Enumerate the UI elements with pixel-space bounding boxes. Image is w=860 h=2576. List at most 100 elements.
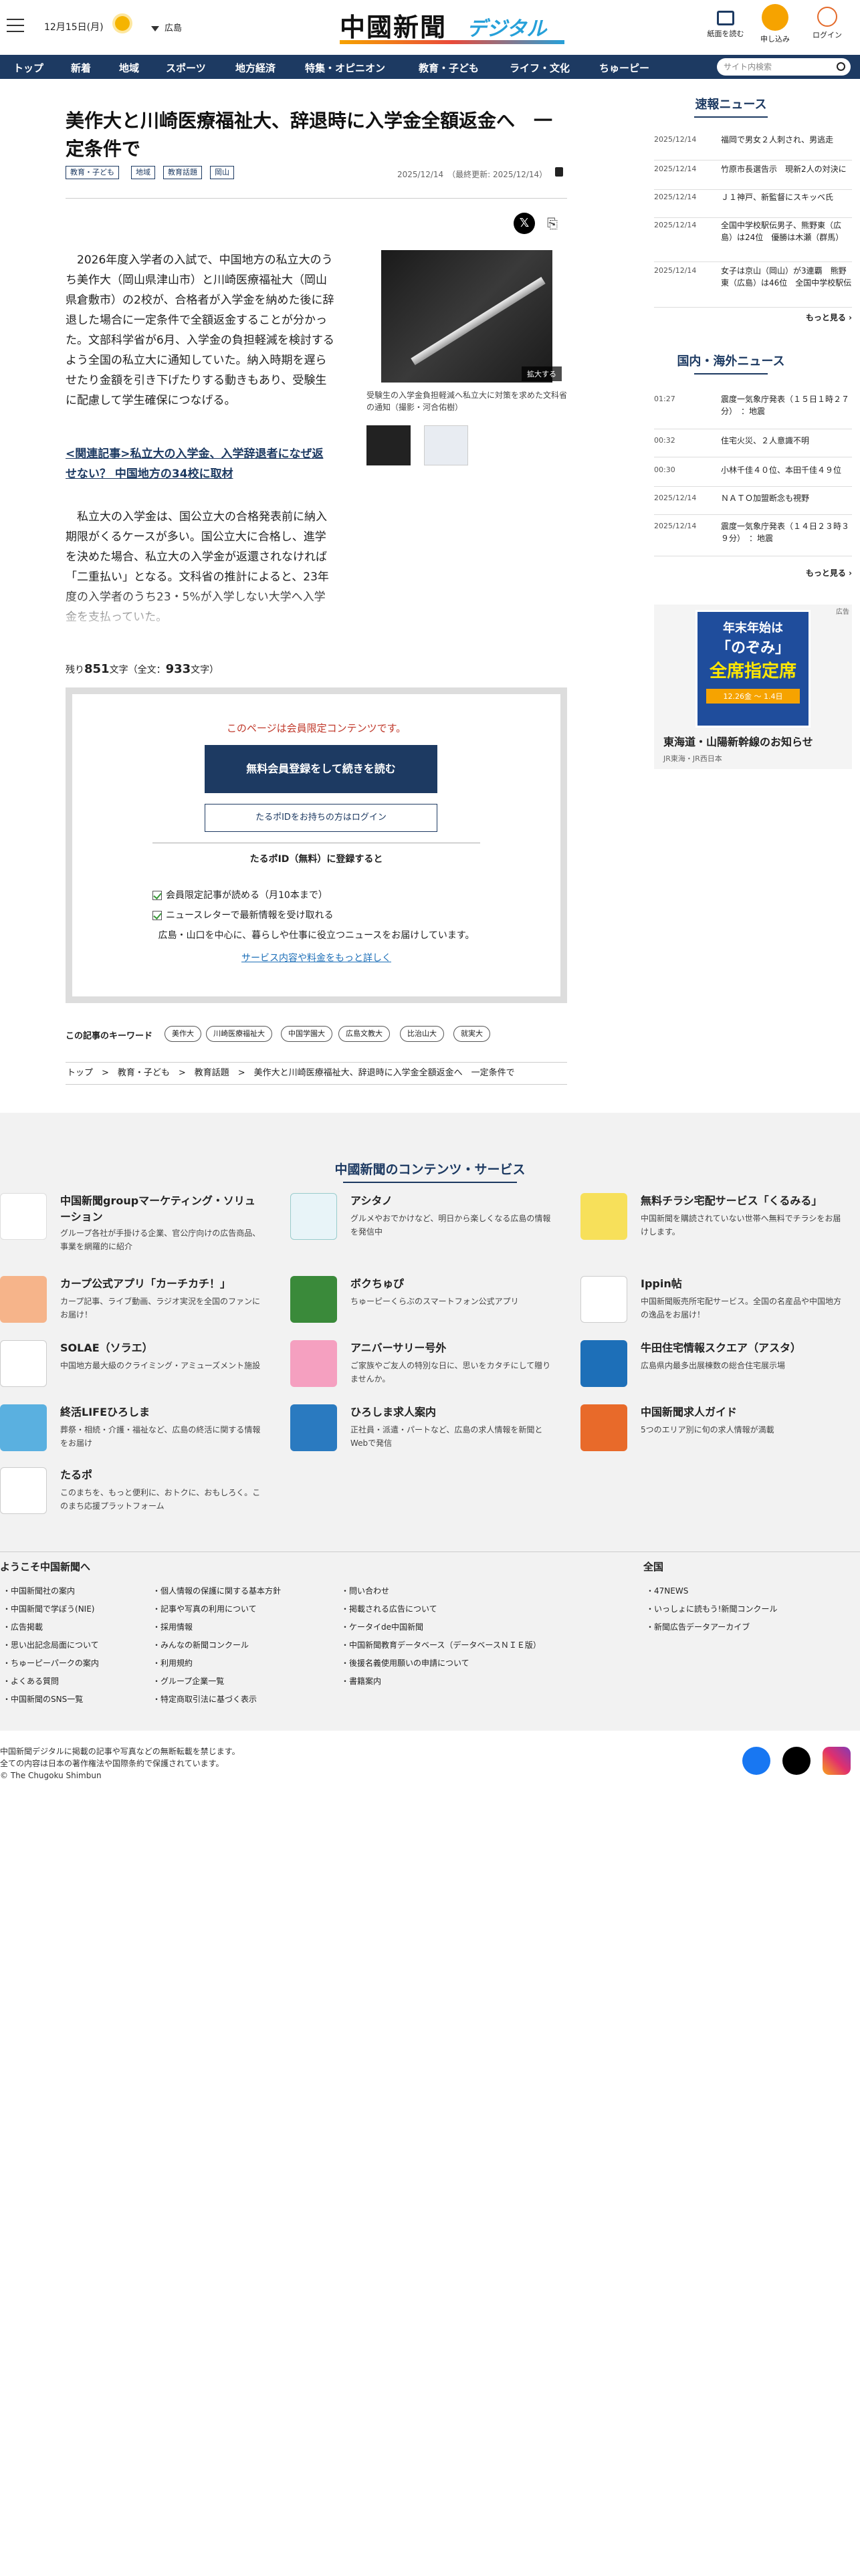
footer-link[interactable]: 後援名義使用願いの申請について — [341, 1657, 469, 1669]
nav-opinion[interactable]: 特集・オピニオン — [305, 61, 385, 75]
service-item[interactable]: カープ公式アプリ「カーチカチ！」 カープ記事、ライブ動画、ラジオ実況を全国のファン… — [0, 1276, 267, 1329]
register-button[interactable]: 無料会員登録をして続きを読む — [205, 745, 437, 793]
list-item[interactable]: 2025/12/14 Ｊ１神戸、新監督にスキッベ氏 — [654, 191, 852, 218]
service-item[interactable]: 中国新聞groupマーケティング・ソリューション グループ各社が手掛ける企業、官公… — [0, 1193, 267, 1251]
tag-okayama[interactable]: 岡山 — [210, 166, 234, 179]
keyword-tag[interactable]: 川崎医療福祉大 — [206, 1026, 272, 1042]
photo-thumb-2[interactable] — [424, 425, 468, 465]
ad-banner[interactable]: 広告 年末年始は 「のぞみ」 全席指定席 12.26金 ～ 1.4日 東海道・山… — [654, 605, 852, 769]
list-item[interactable]: 2025/12/14 竹原市長選告示 現新2人の対決に — [654, 163, 852, 190]
footer-link[interactable]: 中国新聞のSNS一覧 — [3, 1693, 83, 1705]
zoom-button[interactable]: 拡大する — [522, 366, 562, 381]
footer-link[interactable]: よくある質問 — [3, 1675, 59, 1687]
footer-section-national: 全国 — [643, 1561, 664, 1573]
service-logo-icon — [0, 1276, 47, 1323]
photo-caption: 受験生の入学金負担軽減へ私立大に対策を求めた文科省の通知（撮影・河合佑樹） — [366, 391, 568, 412]
x-share-icon[interactable]: 𝕏 — [514, 213, 535, 234]
service-item[interactable]: アシタノ グルメやおでかけなど、明日から楽しくなる広島の情報を発信中 — [290, 1193, 558, 1247]
nav-economy[interactable]: 地方経済 — [235, 61, 276, 75]
list-item[interactable]: 2025/12/14 ＮＡＴＯ加盟断念も視野 — [654, 492, 852, 515]
list-item[interactable]: 2025/12/14 女子は京山（岡山）が3連覇 熊野東（広島）は46位 全国中学… — [654, 265, 852, 308]
link-copy-icon[interactable]: ⎘ — [547, 215, 558, 231]
list-item[interactable]: 00:32 住宅火災、２人意識不明 — [654, 435, 852, 457]
list-item[interactable]: 00:30 小林千佳４０位、本田千佳４９位 — [654, 464, 852, 487]
footer-link[interactable]: 中国新聞社の案内 — [3, 1585, 75, 1596]
service-item[interactable]: たるポ このまちを、もっと便利に、おトクに、おもしろく。このまち応援プラットフォー… — [0, 1467, 267, 1521]
region-selector[interactable]: 広島 — [151, 21, 182, 33]
footer-link[interactable]: 記事や写真の利用について — [152, 1603, 257, 1614]
read-paper-button[interactable]: 紙面を読む — [702, 7, 749, 39]
service-item[interactable]: アニバーサリー号外 ご家族やご友人の特別な日に、思いをカタチにして贈りませんか。 — [290, 1340, 558, 1394]
breadcrumb[interactable]: トップ > 教育・子ども > 教育話題 > 美作大と川崎医療福祉大、辞退時に入学… — [66, 1062, 567, 1085]
tag-education[interactable]: 教育・子ども — [66, 166, 119, 179]
keyword-tag[interactable]: 中国学園大 — [281, 1026, 332, 1042]
list-item[interactable]: 2025/12/14 福岡で男女２人刺され、男逃走 — [654, 134, 852, 160]
nav-education[interactable]: 教育・子ども — [419, 61, 479, 75]
login-button[interactable]: ログイン — [804, 7, 851, 40]
list-item[interactable]: 2025/12/14 全国中学校駅伝男子、熊野東（広島）は24位 優勝は木瀬（群馬… — [654, 219, 852, 262]
footer-link[interactable]: 中国新聞で学ぼう(NIE) — [3, 1603, 94, 1614]
photo-thumb-1[interactable] — [366, 425, 411, 465]
service-item[interactable]: 無料チラシ宅配サービス「くるみる」 中国新聞を購読されていない世帯へ無料でチラシを… — [580, 1193, 848, 1247]
footer-link[interactable]: 問い合わせ — [341, 1585, 389, 1596]
service-item[interactable]: 終活LIFEひろしま 葬祭・相続・介護・福祉など、広島の終活に関する情報をお届け — [0, 1404, 267, 1458]
tag-region[interactable]: 地域 — [131, 166, 155, 179]
nav-region[interactable]: 地域 — [119, 61, 139, 75]
weather-sun-icon — [115, 16, 130, 31]
footer-link[interactable]: 書籍案内 — [341, 1675, 381, 1687]
footer-link[interactable]: 新聞広告データアーカイブ — [646, 1621, 750, 1632]
footer-link[interactable]: 47NEWS — [646, 1585, 688, 1596]
list-item[interactable]: 2025/12/14 震度一気象庁発表（１４日２３時３９分） ：地震 — [654, 520, 852, 556]
service-item[interactable]: SOLAE（ソラエ） 中国地方最大級のクライミング・アミューズメント施設 — [0, 1340, 267, 1394]
keyword-tag[interactable]: 就実大 — [453, 1026, 490, 1042]
taropo-login-button[interactable]: たるポIDをお持ちの方はログイン — [205, 804, 437, 832]
service-details-link[interactable]: サービス内容や料金をもっと詳しく — [72, 951, 560, 964]
instagram-icon[interactable] — [823, 1747, 851, 1775]
search-icon[interactable] — [837, 62, 845, 71]
service-item[interactable]: ボクちゅぴ ちゅーピーくらぶのスマートフォン公式アプリ — [290, 1276, 558, 1329]
menu-icon[interactable] — [7, 19, 24, 32]
nav-life[interactable]: ライフ・文化 — [510, 61, 570, 75]
footer-link[interactable]: みんなの新聞コンクール — [152, 1639, 249, 1650]
main-nav: トップ 新着 地域 スポーツ 地方経済 特集・オピニオン 教育・子ども ライフ・… — [0, 55, 860, 79]
service-logo-icon — [580, 1276, 627, 1323]
nav-chupy[interactable]: ちゅーピー — [599, 61, 649, 75]
footer-link[interactable]: 中国新聞教育データベース（データベースＮＩＥ版） — [341, 1639, 541, 1650]
subscribe-button[interactable]: 申し込み — [752, 4, 798, 44]
search-input[interactable]: サイト内検索 — [717, 58, 851, 76]
service-logo-icon — [580, 1404, 627, 1451]
keyword-tag[interactable]: 広島文教大 — [338, 1026, 390, 1042]
footer-link[interactable]: 利用規約 — [152, 1657, 193, 1669]
service-item[interactable]: Ippin帖 中国新聞販売所宅配サービス。全国の名産品や中国地方の逸品をお届け！ — [580, 1276, 848, 1329]
service-item[interactable]: 牛田住宅情報スクエア（アスタ） 広島県内最多出展棟数の総合住宅展示場 — [580, 1340, 848, 1394]
site-logo[interactable]: 中國新聞 デジタル — [340, 5, 564, 45]
tag-topic[interactable]: 教育話題 — [163, 166, 202, 179]
world-more-link[interactable]: もっと見る › — [806, 567, 852, 578]
footer-link[interactable]: 特定商取引法に基づく表示 — [152, 1693, 257, 1705]
footer-link[interactable]: グループ企業一覧 — [152, 1675, 224, 1687]
article-photo[interactable] — [381, 250, 552, 383]
footer-link[interactable]: 個人情報の保護に関する基本方針 — [152, 1585, 281, 1596]
nav-new[interactable]: 新着 — [71, 61, 91, 75]
footer-link[interactable]: いっしょに読もう!新聞コンクール — [646, 1603, 777, 1614]
footer-link[interactable]: 広告掲載 — [3, 1621, 43, 1632]
nav-sports[interactable]: スポーツ — [166, 61, 206, 75]
footer-link[interactable]: 採用情報 — [152, 1621, 193, 1632]
service-item[interactable]: ひろしま求人案内 正社員・派遣・パートなど、広島の求人情報を新聞とWebで発信 — [290, 1404, 558, 1458]
list-item[interactable]: 01:27 震度一気象庁発表（１５日１時２７分） ：地震 — [654, 393, 852, 429]
footer-link[interactable]: ちゅーピーパークの案内 — [3, 1657, 99, 1669]
service-item[interactable]: 中国新聞求人ガイド 5つのエリア別に旬の求人情報が満載 — [580, 1404, 848, 1458]
related-article-link[interactable]: <関連記事>私立大の入学金、入学辞退者になぜ返せない？ 中国地方の34校に取材 — [66, 444, 334, 484]
footer-link[interactable]: ケータイde中国新聞 — [341, 1621, 423, 1632]
x-icon[interactable] — [782, 1747, 811, 1775]
nav-top[interactable]: トップ — [13, 61, 43, 75]
remaining-count: 残り851文字（全文：933文字） — [66, 662, 219, 676]
facebook-icon[interactable] — [742, 1747, 770, 1775]
keyword-tag[interactable]: 比治山大 — [400, 1026, 444, 1042]
breaking-more-link[interactable]: もっと見る › — [806, 312, 852, 323]
breaking-news-title: 速報ニュース — [614, 95, 848, 118]
keyword-tag[interactable]: 美作大 — [165, 1026, 201, 1042]
footer-link[interactable]: 思い出記念局面について — [3, 1639, 99, 1650]
footer-link[interactable]: 掲載される広告について — [341, 1603, 437, 1614]
service-logo-icon — [290, 1193, 337, 1240]
